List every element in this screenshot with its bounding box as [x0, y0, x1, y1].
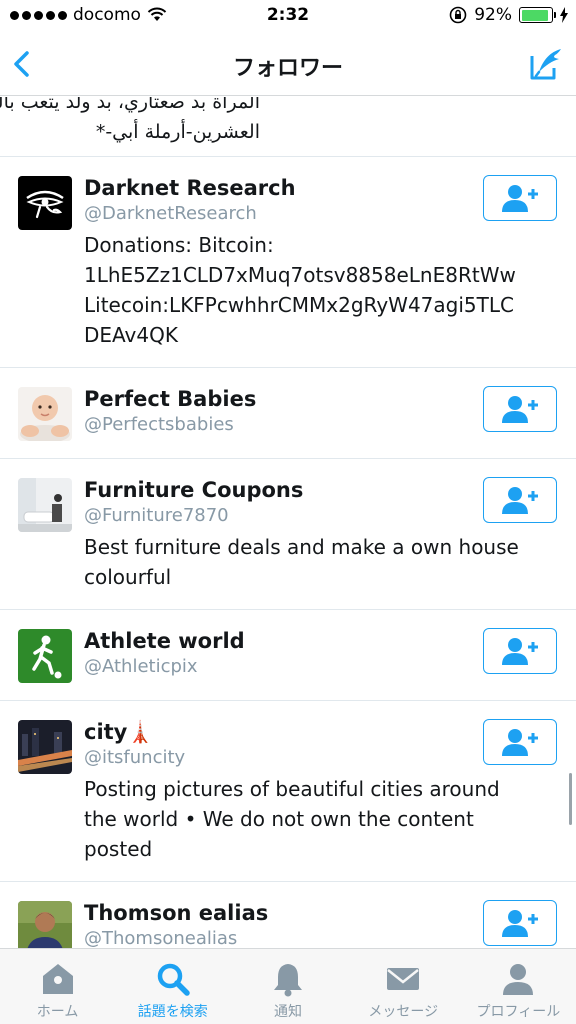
avatar[interactable] — [18, 901, 72, 948]
list-item[interactable]: Perfect Babies @Perfectsbabies — [0, 368, 576, 459]
avatar[interactable] — [18, 176, 72, 230]
add-user-icon — [502, 396, 538, 423]
scrollbar[interactable] — [569, 773, 572, 825]
status-right: 92% — [449, 5, 568, 25]
avatar[interactable] — [18, 387, 72, 441]
add-user-icon — [502, 729, 538, 756]
baby-photo — [18, 387, 72, 441]
user-bio: Posting pictures of beautiful cities aro… — [84, 777, 500, 861]
follow-button[interactable] — [483, 900, 557, 946]
user-handle: @Furniture7870 — [84, 505, 229, 526]
bio-line: العشرين-أرملة أبي-* — [95, 121, 260, 143]
tab-search[interactable]: 話題を検索 — [115, 949, 230, 1024]
tab-label: 通知 — [274, 1004, 302, 1020]
search-icon — [157, 963, 190, 996]
person-icon — [503, 964, 534, 995]
status-bar: docomo 2:32 92% — [0, 0, 576, 32]
follow-button[interactable] — [483, 477, 557, 523]
user-name: Darknet Research — [84, 176, 296, 200]
charging-bolt-icon — [560, 7, 568, 23]
tab-label: メッセージ — [368, 1004, 439, 1020]
list-item[interactable]: Darknet Research @DarknetResearch Donati… — [0, 157, 576, 368]
tab-label: プロフィール — [476, 1004, 561, 1020]
battery-percent: 92% — [474, 5, 512, 25]
home-icon — [42, 964, 73, 994]
user-handle: @itsfuncity — [84, 747, 186, 768]
compose-icon[interactable] — [528, 46, 564, 82]
battery-icon — [519, 7, 556, 23]
bio-line: المراة بد صعتاري، بد ولد يتعب بالحدثي با… — [0, 97, 260, 113]
envelope-icon — [387, 968, 420, 990]
follow-button[interactable] — [483, 175, 557, 221]
night-city-photo — [18, 720, 72, 774]
bell-icon — [274, 964, 302, 997]
user-handle: @Athleticpix — [84, 656, 198, 677]
tab-label: ホーム — [36, 1004, 79, 1020]
add-user-icon — [502, 638, 538, 665]
battery-level — [521, 9, 549, 21]
list-item[interactable]: Thomson ealias @Thomsonealias — [0, 882, 576, 948]
user-name: Thomson ealias — [84, 901, 269, 925]
avatar[interactable] — [18, 720, 72, 774]
follow-button[interactable] — [483, 628, 557, 674]
furniture-photo — [18, 478, 72, 532]
user-bio: Best furniture deals and make a own hous… — [84, 535, 519, 589]
tab-home[interactable]: ホーム — [0, 949, 115, 1024]
avatar[interactable] — [18, 478, 72, 532]
follow-button[interactable] — [483, 719, 557, 765]
add-user-icon — [502, 910, 538, 937]
follow-button[interactable] — [483, 386, 557, 432]
user-handle: @Perfectsbabies — [84, 414, 234, 435]
list-item[interactable]: Furniture Coupons @Furniture7870 Best fu… — [0, 459, 576, 610]
person-photo — [18, 901, 72, 948]
navigation-bar: フォロワー — [0, 32, 576, 96]
user-name: Perfect Babies — [84, 387, 257, 411]
user-handle: @DarknetResearch — [84, 203, 257, 224]
avatar[interactable] — [18, 629, 72, 683]
user-name: city🗼 — [84, 720, 154, 744]
user-bio: المراة بد صعتاري، بد ولد يتعب بالحدثي با… — [0, 97, 260, 147]
add-user-icon — [502, 487, 538, 514]
list-item[interactable]: Athlete world @Athleticpix — [0, 610, 576, 701]
page-title: フォロワー — [232, 56, 343, 81]
list-item[interactable]: المراة بد صعتاري، بد ولد يتعب بالحدثي با… — [0, 97, 576, 157]
user-handle: @Thomsonealias — [84, 928, 238, 948]
orientation-lock-icon — [449, 6, 467, 24]
eye-of-horus-logo — [18, 176, 72, 230]
tab-bar: ホーム 話題を検索 通知 メッセージ プロフィール — [0, 948, 576, 1024]
tab-label: 話題を検索 — [137, 1004, 208, 1020]
user-name: Furniture Coupons — [84, 478, 304, 502]
user-name: Athlete world — [84, 629, 245, 653]
add-user-icon — [502, 185, 538, 212]
follower-list[interactable]: المراة بد صعتاري، بد ولد يتعب بالحدثي با… — [0, 97, 576, 948]
tab-notifications[interactable]: 通知 — [230, 949, 345, 1024]
user-bio: Donations: Bitcoin: 1LhE5Zz1CLD7xMuq7ots… — [84, 233, 516, 347]
soccer-player-logo — [18, 629, 72, 683]
tab-messages[interactable]: メッセージ — [346, 949, 461, 1024]
list-item[interactable]: city🗼 @itsfuncity Posting pictures of be… — [0, 701, 576, 882]
tab-profile[interactable]: プロフィール — [461, 949, 576, 1024]
